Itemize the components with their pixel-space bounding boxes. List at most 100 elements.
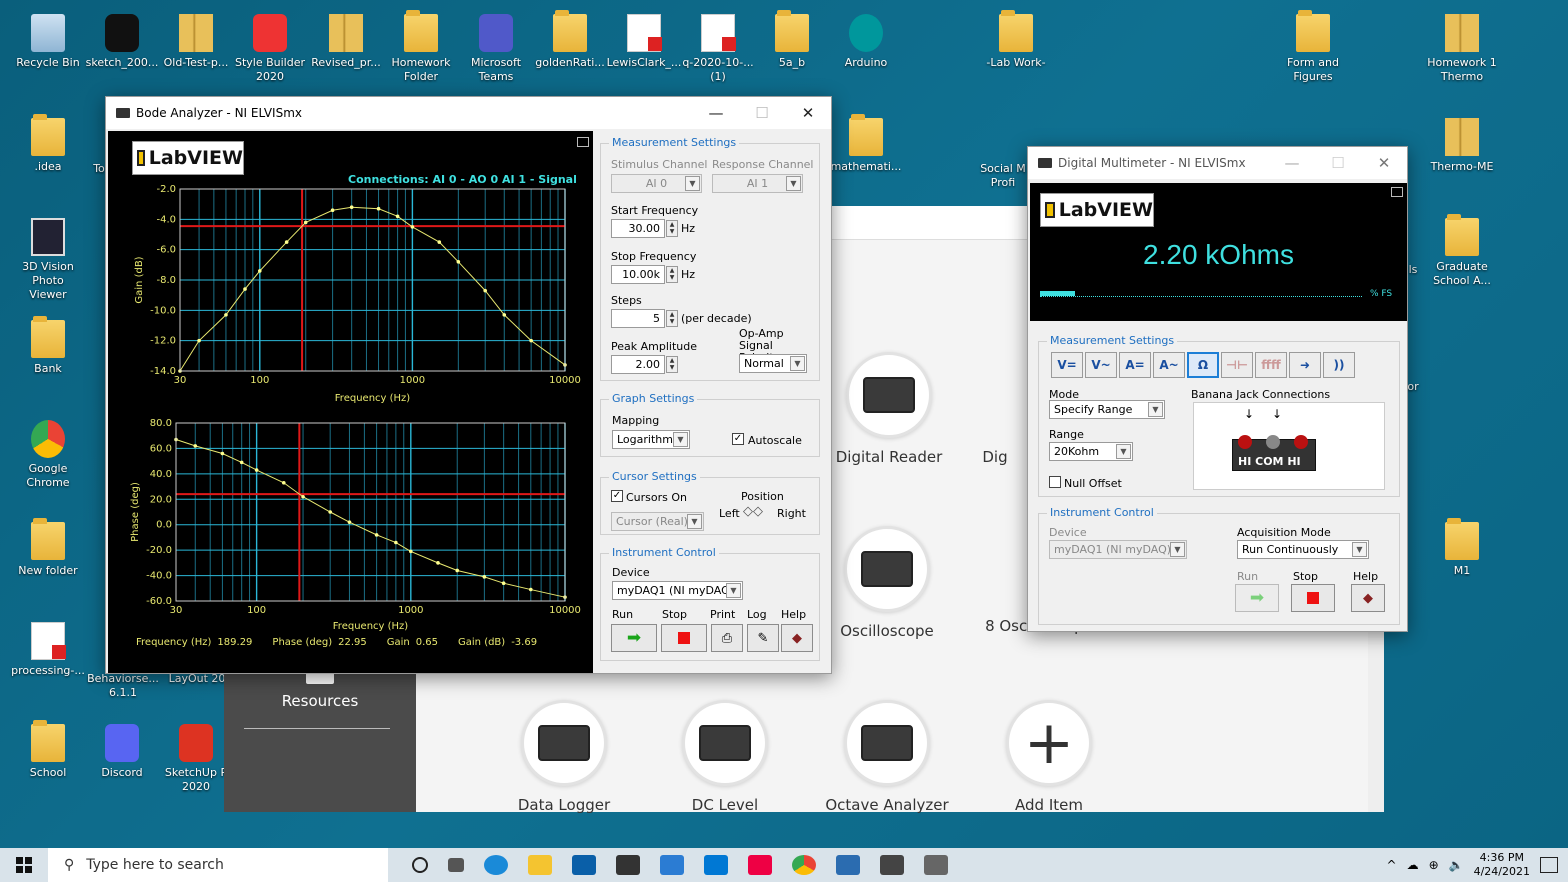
peak-amplitude-spinner[interactable]: ▲ ▼ bbox=[666, 356, 678, 373]
desktop-shortcut[interactable]: SketchUp P 2020 bbox=[160, 724, 232, 794]
log-button[interactable]: ✎ bbox=[747, 624, 779, 652]
stop-button[interactable] bbox=[1291, 584, 1335, 612]
desktop-folder[interactable]: Bank bbox=[12, 316, 84, 376]
desktop-shortcut[interactable]: 3D Vision Photo Viewer bbox=[12, 218, 84, 302]
opamp-polarity-select[interactable]: Normal ▼ bbox=[739, 354, 807, 373]
steps-spinner[interactable]: ▲ ▼ bbox=[666, 310, 678, 327]
clock[interactable]: 4:36 PM 4/24/2021 bbox=[1474, 851, 1530, 879]
start-frequency-spinner[interactable]: ▲ ▼ bbox=[666, 220, 678, 237]
task-view-icon[interactable] bbox=[448, 858, 464, 872]
response-channel-select[interactable]: AI 1 ▼ bbox=[712, 174, 803, 193]
bode-titlebar[interactable]: Bode Analyzer - NI ELVISmx — ☐ ✕ bbox=[106, 97, 831, 129]
store-icon[interactable] bbox=[616, 855, 640, 875]
mapping-select[interactable]: Logarithmic ▼ bbox=[612, 430, 690, 449]
null-offset-checkbox[interactable] bbox=[1049, 476, 1061, 488]
autoscale-checkbox[interactable]: ✓ bbox=[732, 433, 744, 445]
restore-panel-icon[interactable] bbox=[1391, 187, 1403, 197]
desktop-file[interactable]: q-2020-10-... (1) bbox=[682, 14, 754, 84]
desktop-folder[interactable]: Revised_pr... bbox=[310, 14, 382, 70]
desktop-folder[interactable]: goldenRati... bbox=[534, 10, 606, 70]
minimize-button[interactable]: — bbox=[693, 97, 739, 129]
desktop-shortcut[interactable]: Google Chrome bbox=[12, 420, 84, 490]
desktop-folder[interactable]: Homework 1 Thermo bbox=[1426, 14, 1498, 84]
network-icon[interactable]: ☁ bbox=[1407, 858, 1419, 872]
desktop-folder[interactable]: Homework Folder bbox=[385, 10, 457, 84]
print-button[interactable]: ⎙ bbox=[711, 624, 743, 652]
start-button[interactable] bbox=[0, 848, 48, 882]
app-icon[interactable] bbox=[748, 855, 772, 875]
peak-amplitude-input[interactable]: 2.00 bbox=[611, 355, 665, 374]
desktop-folder[interactable]: -Lab Work- bbox=[980, 10, 1052, 70]
desktop-shortcut[interactable]: Style Builder 2020 bbox=[234, 14, 306, 84]
start-frequency-input[interactable]: 30.00 bbox=[611, 219, 665, 238]
desktop-file[interactable]: LewisClark_... bbox=[607, 14, 681, 70]
desktop-folder[interactable]: mathemati... bbox=[830, 114, 902, 174]
cortana-icon[interactable] bbox=[412, 857, 428, 873]
oscilloscope-tile[interactable]: Oscilloscope bbox=[812, 526, 962, 640]
app-icon[interactable] bbox=[836, 855, 860, 875]
dc-level-tile[interactable]: DC Level bbox=[650, 700, 800, 814]
cursor-position-arrows-icon[interactable]: ◇◇ bbox=[743, 504, 763, 519]
dc-voltage-button[interactable]: V= bbox=[1051, 352, 1083, 378]
ac-voltage-button[interactable]: V~ bbox=[1085, 352, 1117, 378]
data-logger-tile[interactable]: Data Logger bbox=[489, 700, 639, 814]
dc-current-button[interactable]: A= bbox=[1119, 352, 1151, 378]
help-button[interactable]: ◆ bbox=[781, 624, 813, 652]
chart-app-icon[interactable] bbox=[660, 855, 684, 875]
chrome-icon[interactable] bbox=[792, 855, 816, 875]
desktop-file[interactable]: LayOut 20 bbox=[160, 672, 234, 686]
chevron-up-icon[interactable]: ^ bbox=[1387, 858, 1397, 872]
dig-tile[interactable]: Dig bbox=[980, 352, 1010, 466]
run-button[interactable]: ➡ bbox=[1235, 584, 1279, 612]
desktop-folder[interactable]: Social M Profi bbox=[978, 162, 1028, 190]
device-select[interactable]: myDAQ1 (NI myDAQ) ▼ bbox=[612, 581, 743, 600]
recycle-bin-icon[interactable]: Recycle Bin bbox=[12, 14, 84, 70]
continuity-button[interactable]: )) bbox=[1323, 352, 1355, 378]
desktop-folder[interactable]: 5a_b bbox=[756, 10, 828, 70]
inductance-button[interactable]: ﬀﬀ bbox=[1255, 352, 1287, 378]
steps-input[interactable]: 5 bbox=[611, 309, 665, 328]
maximize-button[interactable]: ☐ bbox=[739, 97, 785, 129]
stop-frequency-input[interactable]: 10.00k bbox=[611, 265, 665, 284]
desktop-folder[interactable]: Thermo-ME bbox=[1426, 118, 1498, 174]
close-button[interactable]: ✕ bbox=[1361, 147, 1407, 179]
close-button[interactable]: ✕ bbox=[785, 97, 831, 129]
dmm-titlebar[interactable]: Digital Multimeter - NI ELVISmx — ☐ ✕ bbox=[1028, 147, 1407, 179]
desktop-folder[interactable]: .idea bbox=[12, 114, 84, 174]
desktop-folder[interactable]: Old-Test-p... bbox=[160, 14, 232, 70]
desktop-shortcut[interactable]: Discord bbox=[86, 724, 158, 780]
volume-icon[interactable]: 🔈 bbox=[1449, 858, 1464, 872]
digital-reader-tile[interactable]: Digital Reader bbox=[814, 352, 964, 466]
notifications-icon[interactable] bbox=[1540, 857, 1558, 873]
stimulus-channel-select[interactable]: AI 0 ▼ bbox=[611, 174, 702, 193]
desktop-folder[interactable]: Graduate School A... bbox=[1426, 214, 1498, 288]
desktop-folder[interactable]: M1 bbox=[1426, 518, 1498, 578]
stop-frequency-spinner[interactable]: ▲ ▼ bbox=[666, 266, 678, 283]
desktop-file[interactable]: processing-... bbox=[11, 622, 85, 678]
labview-taskbar-icon[interactable] bbox=[880, 855, 904, 875]
desktop-folder[interactable]: New folder bbox=[12, 518, 84, 578]
cursor-select[interactable]: Cursor (Real) ▼ bbox=[611, 512, 704, 531]
mail-icon[interactable] bbox=[572, 855, 596, 875]
desktop-folder[interactable]: School bbox=[12, 720, 84, 780]
stop-button[interactable] bbox=[661, 624, 707, 652]
file-explorer-icon[interactable] bbox=[528, 855, 552, 875]
maximize-button[interactable]: ☐ bbox=[1315, 147, 1361, 179]
diode-button[interactable]: ➜ bbox=[1289, 352, 1321, 378]
run-button[interactable]: ➡ bbox=[611, 624, 657, 652]
capacitance-button[interactable]: ⊣⊢ bbox=[1221, 352, 1253, 378]
desktop-shortcut[interactable]: Microsoft Teams bbox=[460, 14, 532, 84]
globe-icon[interactable]: ⊕ bbox=[1429, 858, 1439, 872]
desktop-file[interactable]: Behaviorse... 6.1.1 bbox=[86, 672, 160, 700]
search-box[interactable]: ⚲ Type here to search bbox=[48, 848, 388, 882]
add-item-tile[interactable]: + Add Item bbox=[974, 700, 1124, 814]
desktop-folder[interactable]: Form and Figures bbox=[1277, 10, 1349, 84]
resources-link[interactable]: Resources bbox=[224, 692, 416, 710]
desktop-shortcut[interactable]: sketch_200... bbox=[86, 14, 158, 70]
device-select[interactable]: myDAQ1 (NI myDAQ) ▼ bbox=[1049, 540, 1187, 559]
help-button[interactable]: ◆ bbox=[1351, 584, 1385, 612]
acquisition-mode-select[interactable]: Run Continuously ▼ bbox=[1237, 540, 1369, 559]
minimize-button[interactable]: — bbox=[1269, 147, 1315, 179]
range-select[interactable]: 20Kohm ▼ bbox=[1049, 442, 1133, 461]
desktop-shortcut[interactable]: Arduino bbox=[830, 14, 902, 70]
